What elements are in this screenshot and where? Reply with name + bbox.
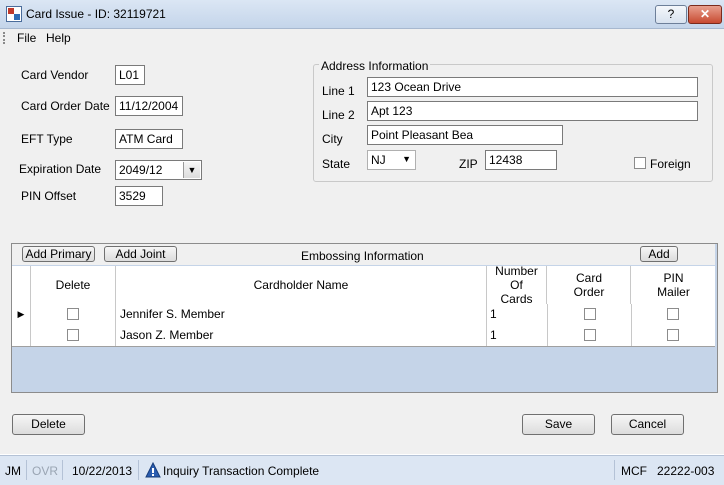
foreign-checkbox[interactable] xyxy=(634,157,646,169)
status-message: Inquiry Transaction Complete xyxy=(163,464,320,478)
pin-mailer-checkbox[interactable] xyxy=(667,308,679,320)
close-button[interactable]: ✕ xyxy=(688,5,722,24)
add-button[interactable]: Add xyxy=(640,246,678,262)
add-primary-button[interactable]: Add Primary xyxy=(22,246,95,262)
number-of-cards-cell[interactable]: 1 xyxy=(487,304,548,325)
line2-label: Line 2 xyxy=(322,108,355,122)
pin-mailer-cell xyxy=(632,325,715,346)
row-pointer-icon: ▶ xyxy=(12,304,31,325)
column-pin-mailer[interactable]: PIN Mailer xyxy=(632,266,715,304)
status-code: 22222-003 xyxy=(657,464,715,478)
menu-bar: File Help xyxy=(0,29,724,47)
cardholder-name-cell[interactable]: Jason Z. Member xyxy=(116,325,487,346)
grid-header: Delete Cardholder Name Number Of Cards C… xyxy=(12,264,715,306)
line1-label: Line 1 xyxy=(322,84,355,98)
row-header-corner xyxy=(12,266,31,304)
delete-cell xyxy=(31,325,116,346)
help-button[interactable]: ? xyxy=(655,5,687,24)
expiration-date-label: Expiration Date xyxy=(19,162,102,176)
card-order-checkbox[interactable] xyxy=(584,308,596,320)
delete-checkbox[interactable] xyxy=(67,329,79,341)
delete-checkbox[interactable] xyxy=(67,308,79,320)
card-order-date-field[interactable]: 11/12/2004 xyxy=(115,96,183,116)
eft-type-field[interactable]: ATM Card xyxy=(115,129,183,149)
pin-offset-field[interactable]: 3529 xyxy=(115,186,163,206)
table-row[interactable]: ▶ Jennifer S. Member 1 xyxy=(12,304,715,326)
address-group-title: Address Information xyxy=(319,59,431,73)
card-order-cell xyxy=(548,325,632,346)
cancel-button[interactable]: Cancel xyxy=(611,414,684,435)
state-value: NJ xyxy=(371,153,386,167)
card-vendor-label: Card Vendor xyxy=(21,68,89,82)
cardholder-name-cell[interactable]: Jennifer S. Member xyxy=(116,304,487,325)
status-user: JM xyxy=(5,464,21,478)
chevron-down-icon[interactable]: ▼ xyxy=(402,154,411,164)
column-card-order[interactable]: Card Order xyxy=(548,266,631,304)
menu-file[interactable]: File xyxy=(17,31,36,45)
status-ovr: OVR xyxy=(32,464,59,478)
add-joint-button[interactable]: Add Joint xyxy=(104,246,177,262)
number-of-cards-cell[interactable]: 1 xyxy=(487,325,548,346)
eft-type-label: EFT Type xyxy=(21,132,73,146)
city-label: City xyxy=(322,132,343,146)
status-divider xyxy=(62,460,63,480)
warning-triangle-icon xyxy=(145,461,161,478)
state-label: State xyxy=(322,157,351,171)
expiration-date-value: 2049/12 xyxy=(119,163,163,177)
state-select[interactable]: NJ ▼ xyxy=(367,150,416,170)
delete-button[interactable]: Delete xyxy=(12,414,85,435)
status-divider xyxy=(614,460,615,480)
status-divider xyxy=(138,460,139,480)
column-delete[interactable]: Delete xyxy=(31,266,116,304)
table-row[interactable]: Jason Z. Member 1 xyxy=(12,325,715,347)
column-cardholder-name[interactable]: Cardholder Name xyxy=(116,266,487,304)
save-button[interactable]: Save xyxy=(522,414,595,435)
zip-label: ZIP xyxy=(459,157,478,171)
card-order-date-label: Card Order Date xyxy=(21,99,110,113)
chevron-down-icon[interactable]: ▼ xyxy=(183,162,200,178)
status-divider xyxy=(26,460,27,480)
row-header xyxy=(12,325,31,346)
card-vendor-field[interactable]: L01 xyxy=(115,65,145,85)
delete-cell xyxy=(31,304,116,325)
menu-grip-icon xyxy=(3,32,7,44)
card-order-checkbox[interactable] xyxy=(584,329,596,341)
window-title: Card Issue - ID: 32119721 xyxy=(26,7,166,21)
expiration-date-select[interactable]: 2049/12 ▼ xyxy=(115,160,202,180)
status-bar: JM OVR 10/22/2013 Inquiry Transaction Co… xyxy=(0,455,724,485)
menu-help[interactable]: Help xyxy=(46,31,71,45)
line1-field[interactable]: 123 Ocean Drive xyxy=(367,77,698,97)
pin-offset-label: PIN Offset xyxy=(21,189,77,203)
pin-mailer-cell xyxy=(632,304,715,325)
zip-field[interactable]: 12438 xyxy=(485,150,557,170)
pin-mailer-checkbox[interactable] xyxy=(667,329,679,341)
foreign-label: Foreign xyxy=(650,157,691,171)
city-field[interactable]: Point Pleasant Bea xyxy=(367,125,563,145)
line2-field[interactable]: Apt 123 xyxy=(367,101,698,121)
embossing-title: Embossing Information xyxy=(301,249,424,263)
app-icon xyxy=(6,6,22,22)
status-mcf: MCF xyxy=(621,464,647,478)
column-number-of-cards[interactable]: Number Of Cards xyxy=(487,264,547,306)
status-date: 10/22/2013 xyxy=(72,464,133,478)
card-order-cell xyxy=(548,304,632,325)
